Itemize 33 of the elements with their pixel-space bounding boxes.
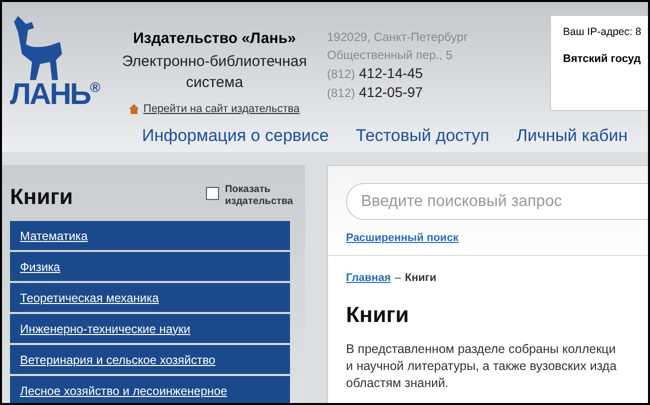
category-item[interactable]: Математика <box>10 221 290 250</box>
registered-mark: ® <box>90 80 100 94</box>
publisher-name: Издательство «Лань» <box>133 29 296 49</box>
address-line: Общественный пер., 5 <box>327 47 454 64</box>
organization-name: Вятский госуд <box>563 52 642 67</box>
category-item[interactable]: Теоретическая механика <box>10 283 290 312</box>
show-publishers-checkbox[interactable] <box>206 187 219 200</box>
sidebar-title: Книги <box>10 186 73 208</box>
nav-link[interactable]: Тестовый доступ <box>356 123 490 148</box>
category-item[interactable]: Физика <box>10 252 290 281</box>
breadcrumb-link[interactable]: Главная <box>346 270 391 286</box>
breadcrumb-separator: – <box>394 270 401 286</box>
show-publishers-label: Показать издательства <box>224 184 293 208</box>
nav-link[interactable]: Информация о сервисе <box>142 123 329 148</box>
phone-code: (812) <box>327 85 356 102</box>
subtitle: Электронно-библиотечная система <box>122 52 307 92</box>
category-item[interactable]: Инженерно-технические науки <box>10 314 290 343</box>
page-heading: Книги <box>346 301 410 329</box>
address-line: 192029, Санкт-Петербург <box>327 29 468 46</box>
search-field[interactable]: Введите поисковый запрос <box>346 183 648 220</box>
nav-link[interactable]: Личный кабин <box>516 123 628 148</box>
category-item[interactable]: Ветеринария и сельское хозяйство <box>10 345 290 374</box>
advanced-search-link[interactable]: Расширенный поиск <box>346 230 648 246</box>
publisher-site-link[interactable]: Перейти на сайт издательства <box>143 100 300 117</box>
ip-address: Ваш IP-адрес: 8 <box>563 25 642 40</box>
description-paragraph: В представленном разделе собраны коллекци и научной литературы, а также вузовских изда областям знаний. <box>346 341 618 392</box>
phone-number: 412-05-97 <box>359 83 423 101</box>
home-icon <box>129 104 140 114</box>
category-item[interactable]: Лесное хозяйство и лесоинженерное <box>10 376 290 403</box>
phone-number: 412-14-45 <box>359 64 423 82</box>
phone-code: (812) <box>327 66 356 83</box>
breadcrumb-current: Книги <box>404 270 436 286</box>
logo-text: ЛАНЬ <box>10 80 90 110</box>
